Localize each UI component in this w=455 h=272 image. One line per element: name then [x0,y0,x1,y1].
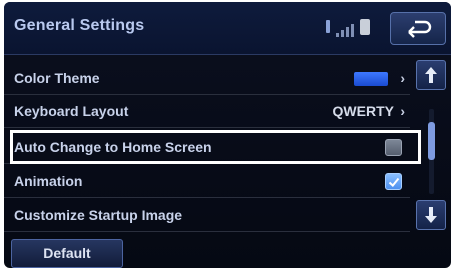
animation-checkbox[interactable] [385,173,402,190]
color-theme-label: Color Theme [14,70,100,86]
arrow-up-icon [425,67,437,83]
checkmark-icon [388,177,400,187]
back-arrow-icon [408,20,432,38]
battery-icon [360,19,370,35]
highlight-frame [10,130,421,164]
color-theme-row[interactable]: Color Theme › [4,62,410,95]
page-title: General Settings [14,17,145,34]
status-icons [326,19,386,37]
chevron-right-icon: › [400,70,405,86]
back-button[interactable] [390,12,446,45]
title-bar: General Settings [4,2,451,55]
customize-startup-image-row[interactable]: Customize Startup Image [4,199,410,232]
chevron-right-icon: › [400,103,405,119]
bluetooth-icon [326,20,330,33]
scrollbar-thumb[interactable] [428,122,435,160]
keyboard-layout-label: Keyboard Layout [14,103,129,119]
animation-row[interactable]: Animation [4,165,410,198]
default-button[interactable]: Default [11,239,123,268]
keyboard-layout-value: QWERTY [332,103,394,119]
arrow-down-icon [425,207,437,223]
color-theme-swatch [354,72,388,86]
scroll-down-button[interactable] [416,200,446,230]
animation-label: Animation [14,173,83,189]
customize-startup-image-label: Customize Startup Image [14,207,183,223]
scroll-up-button[interactable] [416,60,446,90]
keyboard-layout-row[interactable]: Keyboard Layout QWERTY › [4,95,410,128]
settings-screen: General Settings Color Theme › Keyboard … [4,2,451,268]
